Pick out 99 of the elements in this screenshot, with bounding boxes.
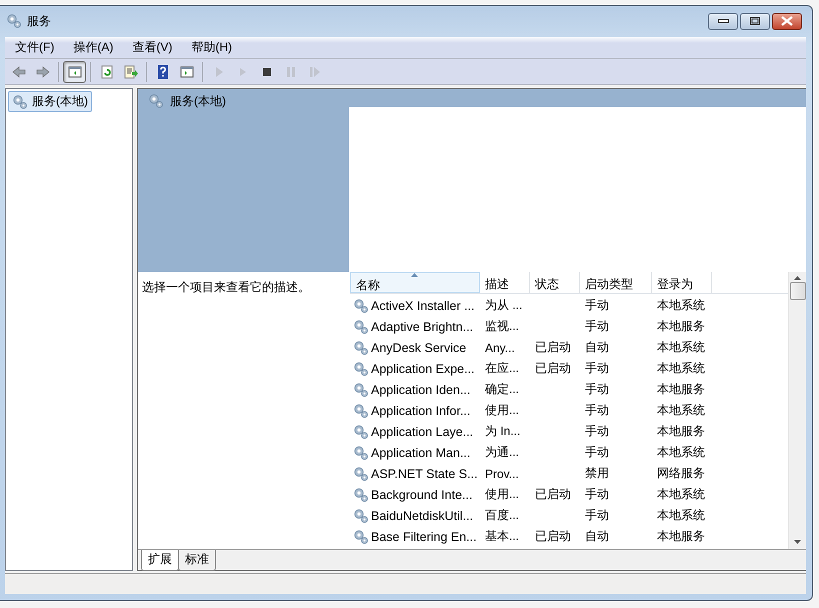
back-arrow-icon [10, 64, 26, 80]
gear-icon [12, 94, 28, 110]
menu-item[interactable]: 查看(V) [122, 37, 182, 58]
forward-arrow-icon [34, 64, 50, 80]
table-cell: 本地系统 [657, 507, 705, 524]
table-cell: ASP.NET State S... [371, 466, 478, 480]
tab[interactable]: 扩展 [141, 550, 179, 571]
minimize-button[interactable] [708, 12, 738, 30]
gear-icon [148, 93, 164, 109]
table-cell: 手动 [585, 507, 609, 524]
service-gear-icon [353, 298, 369, 314]
service-gear-icon [353, 360, 369, 376]
scrollbar[interactable] [788, 272, 806, 549]
service-gear-icon [353, 466, 369, 482]
table-cell: 本地服务 [657, 381, 705, 398]
scroll-down-icon [794, 540, 801, 544]
maximize-icon [750, 17, 760, 25]
action-pane-icon [178, 64, 194, 80]
table-cell: 已启动 [535, 360, 571, 377]
table-cell: Base Filtering En... [371, 530, 477, 544]
table-cell: 禁用 [585, 465, 609, 482]
table-cell: Background Inte... [371, 488, 472, 502]
table-cell: Application Laye... [371, 424, 474, 438]
export-list-icon [122, 64, 138, 80]
table-cell: 为从 ... [485, 297, 522, 314]
table-cell: 确定... [485, 381, 520, 398]
service-gear-icon [353, 486, 369, 502]
table-cell: Application Iden... [371, 382, 470, 396]
service-gear-icon [353, 340, 369, 356]
service-gear-icon [353, 444, 369, 460]
table-cell: Application Infor... [371, 404, 470, 418]
table-cell: 使用... [485, 486, 520, 503]
console-tree-icon [66, 64, 82, 80]
table-cell: 本地系统 [657, 486, 705, 503]
refresh-icon [98, 64, 114, 80]
column-header[interactable]: 描述 [480, 272, 530, 293]
table-cell: 手动 [585, 486, 609, 503]
table-cell: 本地系统 [657, 444, 705, 461]
service-gear-icon [353, 424, 369, 440]
table-cell: Prov... [485, 466, 519, 480]
table-cell: 本地系统 [657, 360, 705, 377]
service-gear-icon [353, 382, 369, 398]
service-gear-icon [353, 402, 369, 418]
table-cell: AnyDesk Service [371, 340, 466, 354]
scroll-thumb[interactable] [790, 282, 806, 300]
table-cell: 本地服务 [657, 528, 705, 545]
gear-icon [6, 13, 22, 29]
column-header[interactable]: 状态 [530, 272, 580, 293]
table-cell: 自动 [585, 339, 609, 356]
table-cell: Application Expe... [371, 362, 475, 376]
table-cell: Any... [485, 340, 515, 354]
table-cell: 在应... [485, 360, 520, 377]
service-gear-icon [353, 508, 369, 524]
table-cell: 本地系统 [657, 297, 705, 314]
pane-title: 服务(本地) [170, 92, 226, 110]
table-cell: 为通... [485, 444, 520, 461]
service-gear-icon [353, 528, 369, 544]
table-cell: 网络服务 [657, 465, 705, 482]
tab[interactable]: 标准 [178, 550, 216, 571]
service-gear-icon [353, 318, 369, 334]
table-cell: 自动 [585, 528, 609, 545]
maximize-button[interactable] [740, 12, 770, 30]
close-icon [781, 16, 793, 26]
window-title: 服务 [27, 12, 52, 30]
table-cell: 手动 [585, 318, 609, 335]
column-header[interactable]: 名称 [350, 272, 480, 293]
table-cell: 使用... [485, 402, 520, 419]
table-cell: 为 In... [485, 423, 520, 440]
table-cell: 百度... [485, 507, 520, 524]
table-cell: ActiveX Installer ... [371, 298, 475, 312]
scroll-up-icon [794, 276, 801, 280]
menu-item[interactable]: 操作(A) [63, 37, 122, 58]
table-cell: 本地系统 [657, 339, 705, 356]
table-cell: 已启动 [535, 528, 571, 545]
table-cell: 手动 [585, 423, 609, 440]
column-header[interactable]: 登录为 [652, 272, 712, 293]
table-cell: 手动 [585, 402, 609, 419]
table-cell: Adaptive Brightn... [371, 320, 474, 334]
description-text: 选择一个项目来查看它的描述。 [141, 279, 311, 296]
table-cell: BaiduNetdiskUtil... [371, 508, 474, 522]
close-button[interactable] [772, 12, 802, 30]
table-cell: 手动 [585, 381, 609, 398]
table-cell: 手动 [585, 297, 609, 314]
menu-item[interactable]: 帮助(H) [181, 37, 241, 58]
table-cell: 已启动 [535, 486, 571, 503]
table-cell: 本地服务 [657, 423, 705, 440]
table-cell: 已启动 [535, 339, 571, 356]
table-cell: 本地系统 [657, 402, 705, 419]
table-cell: 监视... [485, 318, 520, 335]
tree-item[interactable]: 服务(本地) [8, 91, 92, 112]
table-cell: 基本... [485, 528, 520, 545]
table-cell: 手动 [585, 444, 609, 461]
column-header[interactable]: 启动类型 [580, 272, 652, 293]
minimize-icon [718, 19, 728, 23]
table-cell: Application Man... [371, 446, 470, 460]
toolbar-button[interactable] [63, 60, 86, 82]
menu-item[interactable]: 文件(F) [5, 37, 64, 58]
table-cell: 手动 [585, 360, 609, 377]
table-cell: 本地服务 [657, 318, 705, 335]
